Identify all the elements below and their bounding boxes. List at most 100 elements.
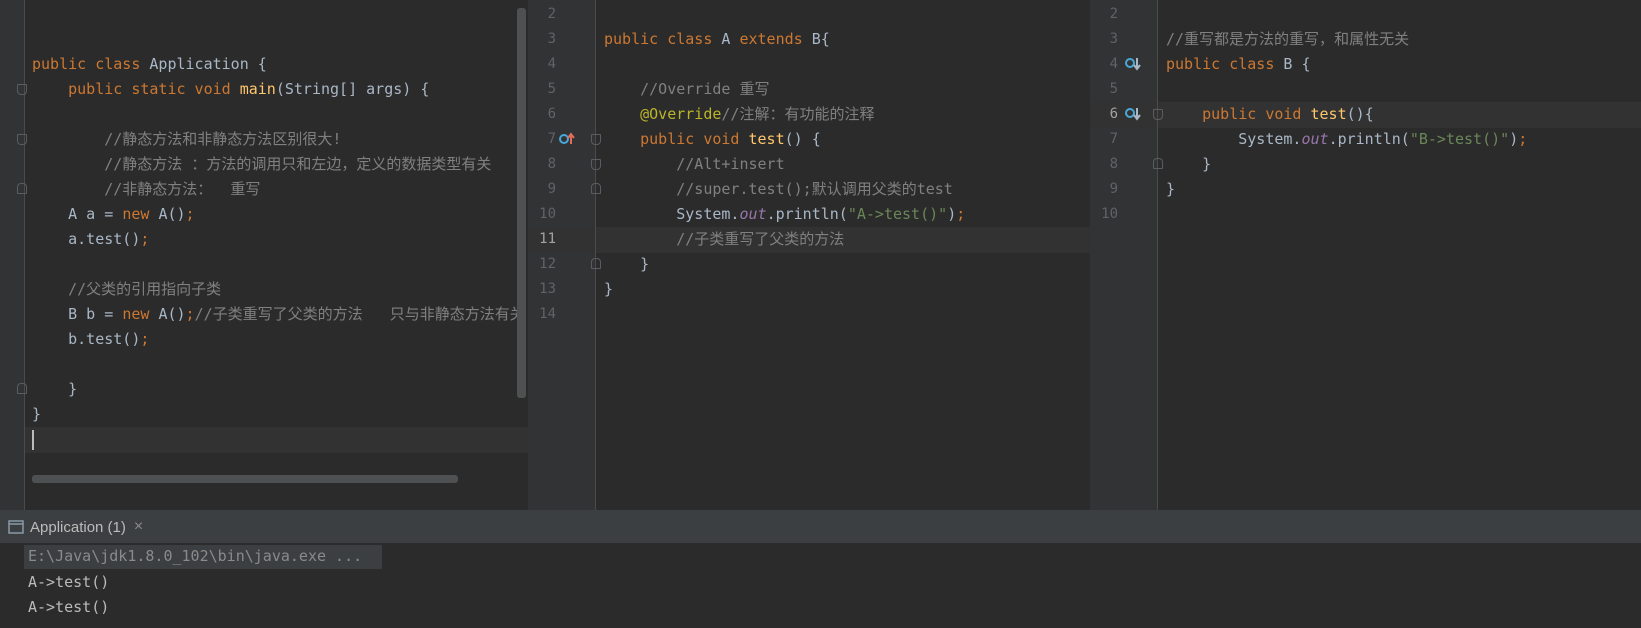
code-token: System. xyxy=(604,205,740,223)
code-line[interactable]: System.out.println("B->test()"); xyxy=(1166,126,1527,152)
code-line[interactable]: public void test() { xyxy=(604,126,821,152)
code-token: extends xyxy=(739,30,812,48)
override-arrow-up-icon[interactable] xyxy=(558,131,576,149)
code-token: new xyxy=(122,305,159,323)
console-command-line[interactable]: E:\Java\jdk1.8.0_102\bin\java.exe ... xyxy=(28,547,362,565)
code-token: "B->test()" xyxy=(1409,130,1510,148)
line-number: 5 xyxy=(547,81,556,97)
code-line[interactable]: B b = new A();//子类重写了父类的方法 只与非静态方法有关 xyxy=(32,301,525,327)
code-token: } xyxy=(604,280,614,298)
fold-marker-icon[interactable] xyxy=(1153,158,1163,169)
code-line[interactable]: } xyxy=(604,276,613,302)
code-token: test xyxy=(1310,105,1347,123)
gutter-separator xyxy=(595,0,596,510)
code-token: test xyxy=(748,130,785,148)
line-number: 4 xyxy=(547,56,556,72)
line-number: 9 xyxy=(547,181,556,197)
code-token: ; xyxy=(1518,130,1528,148)
code-token: } xyxy=(32,380,78,398)
code-token: } xyxy=(1166,180,1176,198)
implemented-arrow-down-icon[interactable] xyxy=(1124,55,1142,73)
code-token: //子类重写了父类的方法 只与非静态方法有关 xyxy=(194,305,525,323)
code-line[interactable]: } xyxy=(32,376,77,402)
line-number: 12 xyxy=(539,256,556,272)
gutter-separator xyxy=(1157,0,1158,510)
code-line[interactable]: //super.test();默认调用父类的test xyxy=(604,176,953,202)
fold-marker-icon[interactable] xyxy=(17,183,27,194)
code-line[interactable]: public void test(){ xyxy=(1166,101,1374,127)
line-number: 6 xyxy=(547,106,556,122)
code-line[interactable]: //重写都是方法的重写，和属性无关 xyxy=(1166,26,1409,52)
tab-application-run[interactable]: Application (1) × xyxy=(8,511,143,543)
code-token: public class xyxy=(32,55,150,73)
fold-marker-icon[interactable] xyxy=(591,258,601,269)
line-number: 10 xyxy=(539,206,556,222)
line-number: 8 xyxy=(1109,156,1118,172)
fold-marker-icon[interactable] xyxy=(1153,109,1163,120)
code-token: //父类的引用指向子类 xyxy=(68,280,222,298)
code-line[interactable]: a.test(); xyxy=(32,226,149,252)
code-line[interactable]: public class Application { xyxy=(32,51,267,77)
code-token: //Alt+insert xyxy=(676,155,785,173)
code-line[interactable]: //非静态方法： 重写 xyxy=(32,176,260,202)
code-token: .println( xyxy=(766,205,848,223)
code-token: ; xyxy=(140,330,150,348)
vertical-scrollbar[interactable] xyxy=(517,8,526,398)
code-token: System. xyxy=(1166,130,1302,148)
editor-pane-b[interactable]: 2 3 4 5 6 7 8 9 10 //重写都是方法的重写，和属性无关 public class… xyxy=(1090,0,1641,510)
code-line[interactable]: } xyxy=(1166,151,1211,177)
code-line[interactable]: public static void main(String[] args) { xyxy=(32,76,429,102)
line-number: 7 xyxy=(547,131,556,147)
code-line[interactable]: @Override//注解：有功能的注释 xyxy=(604,101,874,127)
code-line[interactable]: //静态方法和非静态方法区别很大! xyxy=(32,126,341,152)
fold-marker-icon[interactable] xyxy=(591,134,601,145)
close-icon[interactable]: × xyxy=(134,518,143,536)
code-token: //super.test();默认调用父类的test xyxy=(676,180,953,198)
line-number: 7 xyxy=(1109,131,1118,147)
code-line[interactable]: //静态方法 ：方法的调用只和左边，定义的数据类型有关 xyxy=(32,151,491,177)
code-line[interactable]: b.test(); xyxy=(32,326,149,352)
code-token: B b = xyxy=(32,305,123,323)
code-line[interactable]: //Override 重写 xyxy=(604,76,769,102)
code-token: //Override 重写 xyxy=(640,80,770,98)
code-token: out xyxy=(1301,130,1329,148)
code-token: B { xyxy=(1283,55,1311,73)
fold-marker-icon[interactable] xyxy=(591,159,601,170)
code-line[interactable]: public class A extends B{ xyxy=(604,26,830,52)
code-line[interactable]: } xyxy=(604,251,649,277)
code-token: "A->test()" xyxy=(847,205,948,223)
code-line[interactable]: //子类重写了父类的方法 xyxy=(604,226,844,252)
code-line[interactable]: } xyxy=(1166,176,1175,202)
console-output-line: A->test() xyxy=(28,573,110,591)
fold-marker-icon[interactable] xyxy=(591,183,601,194)
code-token: ) xyxy=(1509,130,1519,148)
implemented-arrow-down-icon[interactable] xyxy=(1124,105,1142,123)
code-token: ) xyxy=(947,205,957,223)
fold-marker-icon[interactable] xyxy=(17,84,27,95)
code-token: (){ xyxy=(1346,105,1374,123)
fold-marker-icon[interactable] xyxy=(17,383,27,394)
code-line[interactable]: //Alt+insert xyxy=(604,151,785,177)
code-line[interactable]: } xyxy=(32,401,41,427)
code-line[interactable]: A a = new A(); xyxy=(32,201,194,227)
fold-marker-icon[interactable] xyxy=(17,134,27,145)
code-token: (String[] args) { xyxy=(275,80,430,98)
editor-pane-a[interactable]: 2 3 4 5 6 7 8 9 10 11 12 13 14 public class A extend… xyxy=(528,0,1090,510)
code-token: A() xyxy=(158,205,186,223)
code-token: B{ xyxy=(811,30,830,48)
code-token: //非静态方法： 重写 xyxy=(104,180,261,198)
code-token: public void xyxy=(1202,105,1311,123)
code-line[interactable]: //父类的引用指向子类 xyxy=(32,276,221,302)
code-line[interactable]: public class B { xyxy=(1166,51,1311,77)
line-number: 2 xyxy=(1109,6,1118,22)
code-line[interactable]: System.out.println("A->test()"); xyxy=(604,201,965,227)
horizontal-scrollbar[interactable] xyxy=(32,475,458,483)
editor-pane-application[interactable]: public class Application { public static… xyxy=(0,0,528,510)
